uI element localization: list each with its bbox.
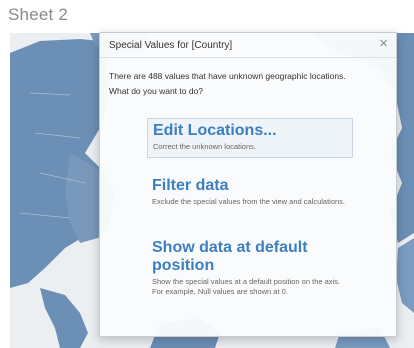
edit-locations-option[interactable]: Edit Locations... Correct the unknown lo…	[147, 118, 353, 158]
title-divider	[100, 57, 396, 58]
sheet-title: Sheet 2	[8, 5, 69, 24]
edit-locations-description: Correct the unknown locations.	[153, 142, 256, 151]
filter-data-label: Filter data	[152, 177, 229, 194]
show-default-position-option[interactable]: Show data at default position Show the s…	[147, 236, 353, 314]
filter-data-option[interactable]: Filter data Exclude the special values f…	[147, 174, 353, 220]
show-default-position-description: Show the special values at a default pos…	[152, 277, 341, 296]
map-land-africa	[396, 238, 414, 313]
dialog-message: There are 488 values that have unknown g…	[109, 69, 391, 99]
filter-data-description: Exclude the special values from the view…	[152, 197, 346, 206]
message-line-2: What do you want to do?	[109, 86, 204, 96]
show-default-position-label: Show data at default position	[152, 239, 308, 274]
map-land-central-america	[40, 288, 88, 348]
dialog-title: Special Values for [Country]	[109, 40, 233, 51]
edit-locations-label: Edit Locations...	[153, 122, 277, 139]
special-values-dialog: Special Values for [Country] × There are…	[99, 32, 397, 337]
close-icon: ×	[379, 35, 388, 52]
close-button[interactable]: ×	[379, 35, 388, 53]
message-line-1: There are 488 values that have unknown g…	[109, 71, 346, 81]
